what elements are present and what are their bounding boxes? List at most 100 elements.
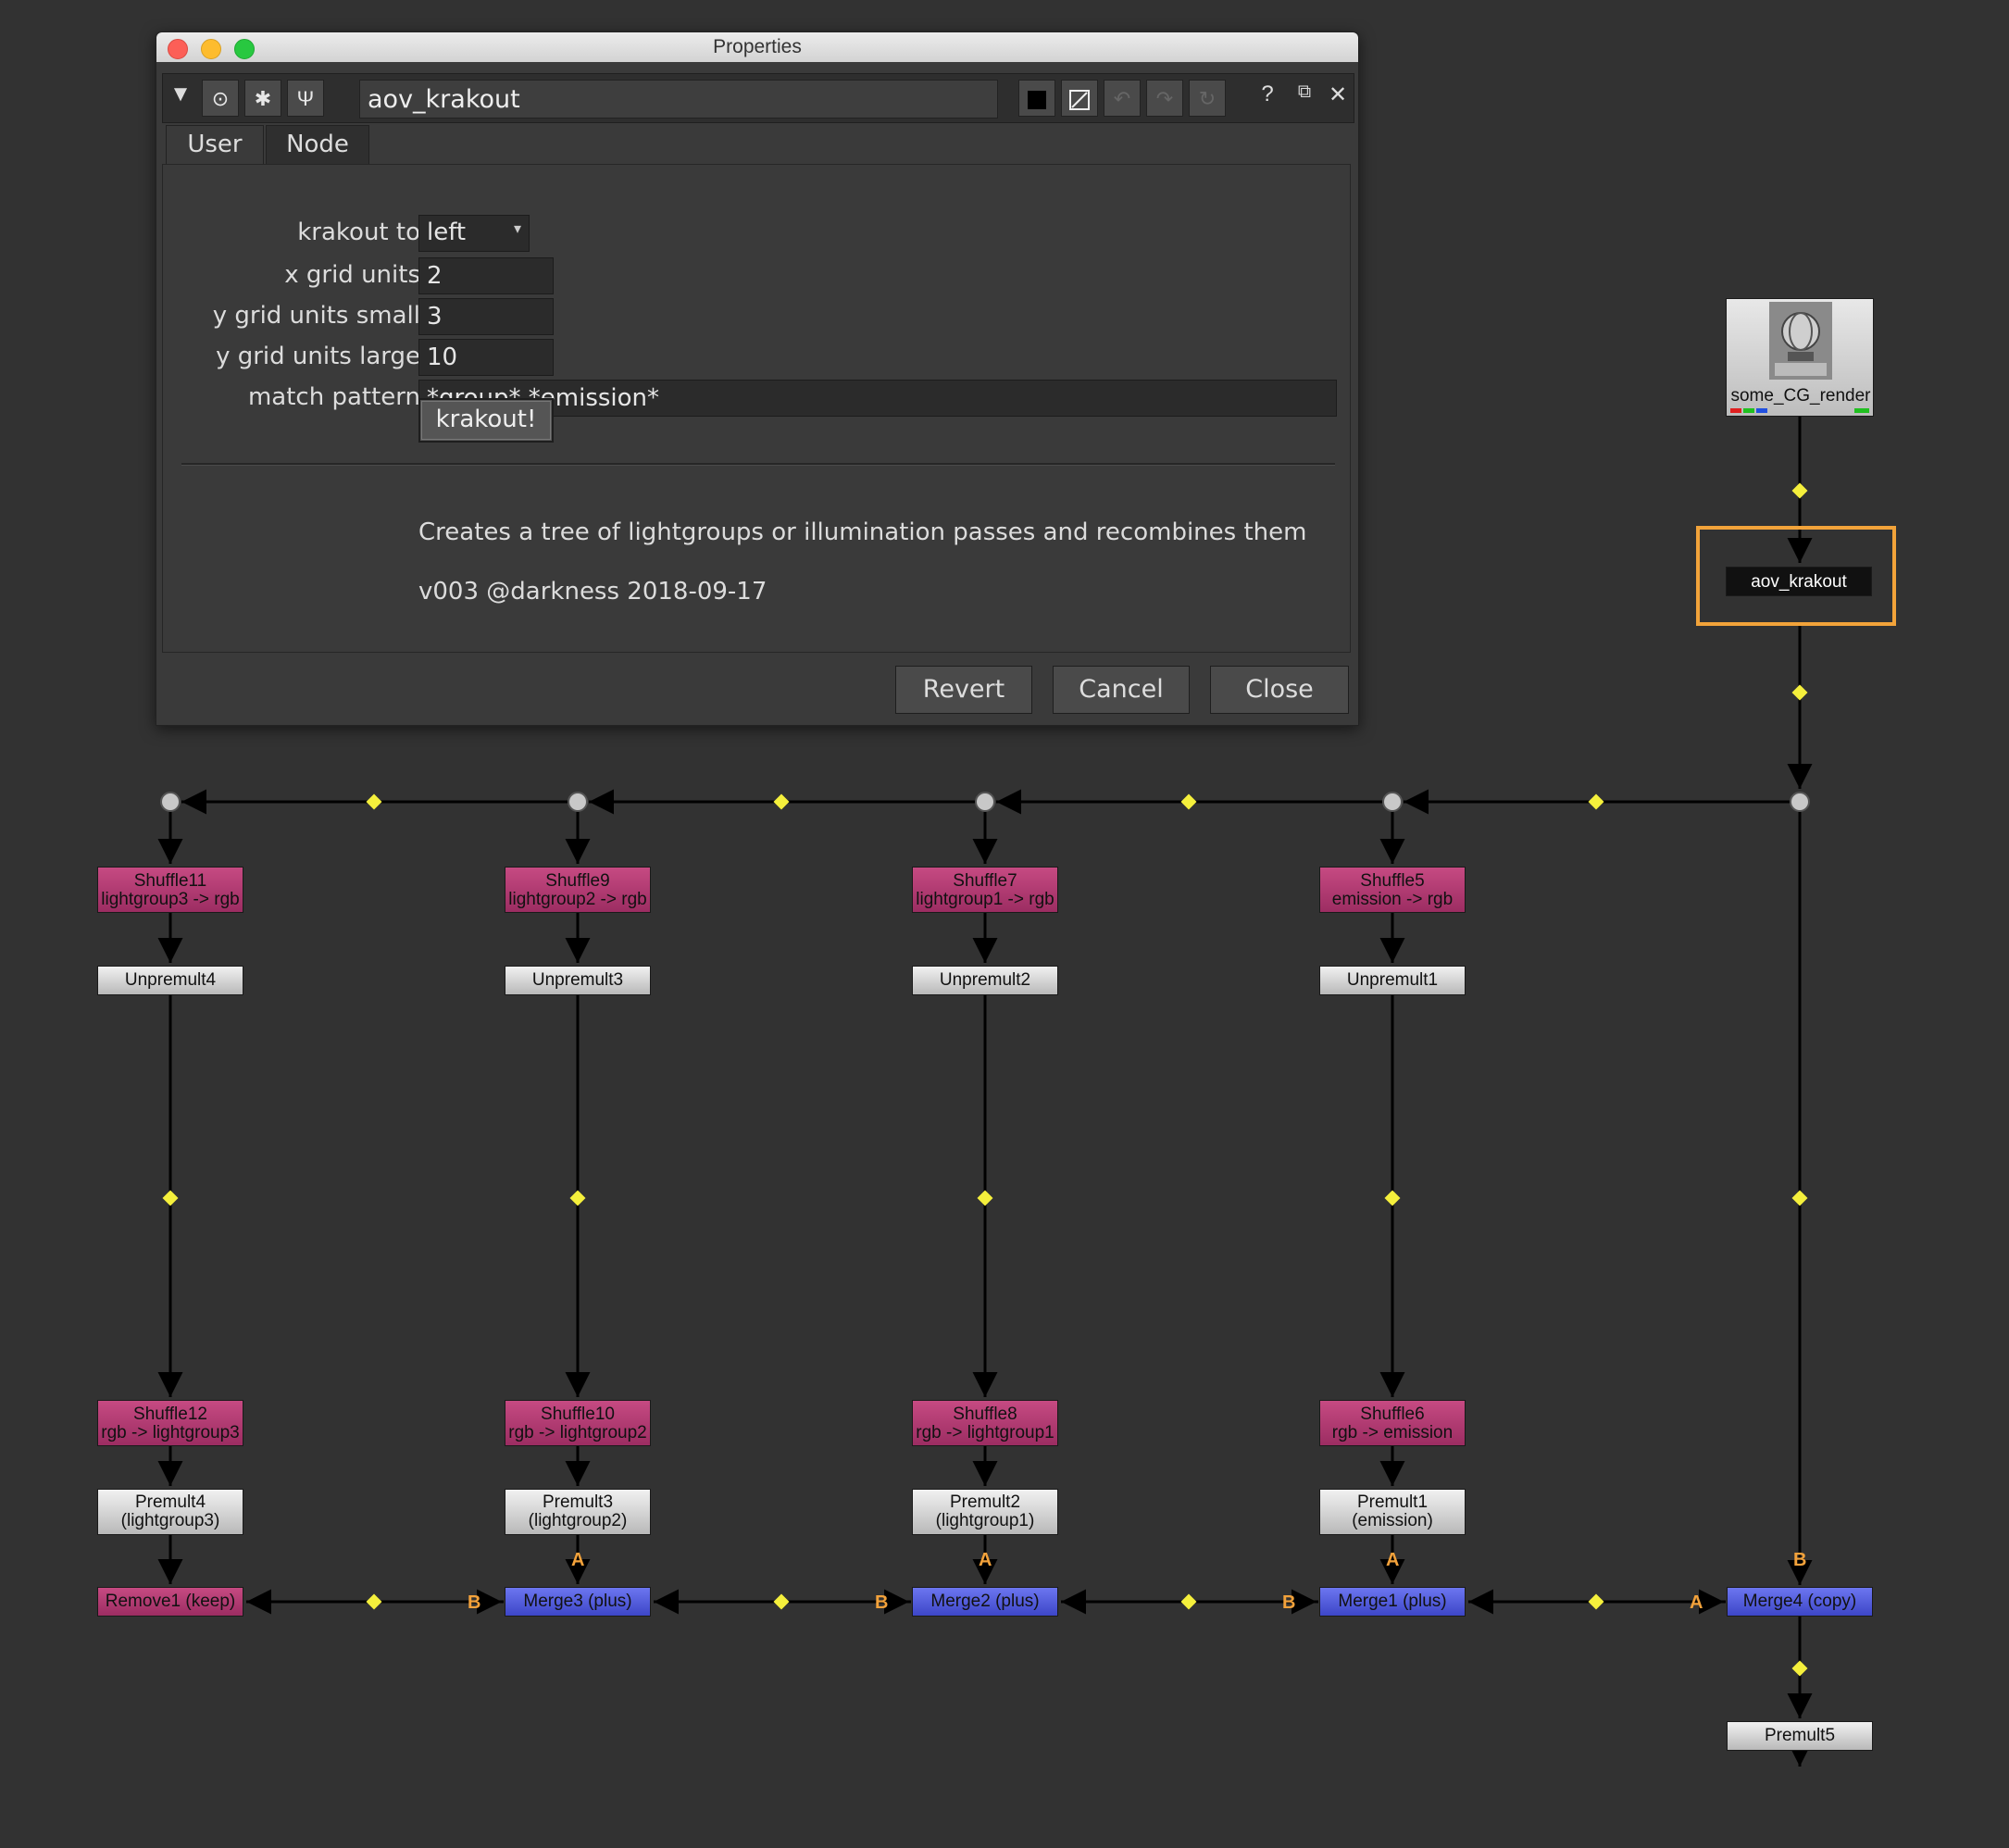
description-text: Creates a tree of lightgroups or illumin… xyxy=(418,518,1307,546)
edge-dot-handle[interactable] xyxy=(1791,482,1808,499)
color-swatch-icon[interactable] xyxy=(1018,80,1055,117)
node-name-input[interactable] xyxy=(359,80,998,119)
remove-node[interactable]: Remove1 (keep) xyxy=(97,1587,243,1617)
port-a-label: A xyxy=(1386,1550,1400,1570)
merge-node[interactable]: Merge3 (plus) xyxy=(505,1587,651,1617)
close-button[interactable]: Close xyxy=(1210,666,1349,714)
user-tab-content: krakout to left ▾ x grid units y grid un… xyxy=(162,164,1351,653)
title-bar[interactable]: Properties xyxy=(156,32,1358,62)
port-a-label: A xyxy=(1690,1592,1703,1613)
node-subtitle: (lightgroup1) xyxy=(935,1511,1035,1530)
shuffle-node[interactable]: Shuffle10 rgb -> lightgroup2 xyxy=(505,1400,651,1446)
edge-dot-handle[interactable] xyxy=(1180,793,1197,810)
color-picker-icon[interactable] xyxy=(1061,80,1098,117)
properties-window: Properties ▼ ⊙ ✱ Ψ ↶ ↷ ↻ ? ⧉ ✕ User Node… xyxy=(156,31,1359,726)
edge-dot-handle[interactable] xyxy=(366,793,382,810)
premult-node[interactable]: Premult1 (emission) xyxy=(1319,1489,1466,1535)
premult-node[interactable]: Premult2 (lightgroup1) xyxy=(912,1489,1058,1535)
edge-dot-handle[interactable] xyxy=(162,1190,179,1206)
alpha-channel-indicator xyxy=(1854,408,1869,413)
premult-final-node[interactable]: Premult5 xyxy=(1727,1721,1873,1751)
unpremult-node[interactable]: Unpremult1 xyxy=(1319,966,1466,995)
y-grid-units-small-label: y grid units small xyxy=(212,302,420,330)
node-subtitle: lightgroup2 -> rgb xyxy=(508,890,647,909)
edge-dot-handle[interactable] xyxy=(569,1190,586,1206)
krakout-to-label: krakout to xyxy=(297,219,420,246)
read-node[interactable]: some_CG_render xyxy=(1726,298,1874,417)
match-pattern-field[interactable] xyxy=(418,380,1337,417)
krakout-to-dropdown[interactable]: left ▾ xyxy=(418,215,530,252)
unpremult-node[interactable]: Unpremult3 xyxy=(505,966,651,995)
viewer-icon[interactable]: ⊙ xyxy=(202,80,239,117)
shuffle-node[interactable]: Shuffle9 lightgroup2 -> rgb xyxy=(505,867,651,913)
aov-krakout-node[interactable]: aov_krakout xyxy=(1726,567,1872,596)
float-icon[interactable]: ⧉ xyxy=(1291,81,1318,103)
blue-channel-indicator xyxy=(1756,408,1767,413)
krakout-button[interactable]: krakout! xyxy=(418,398,554,443)
y-grid-units-large-label: y grid units large xyxy=(216,343,420,370)
node-name: Shuffle9 xyxy=(545,871,610,891)
shuffle-node[interactable]: Shuffle5 emission -> rgb xyxy=(1319,867,1466,913)
edge-dot-handle[interactable] xyxy=(1588,1593,1604,1610)
dot-node[interactable] xyxy=(1790,792,1810,812)
x-grid-units-field[interactable] xyxy=(418,257,554,294)
edge-dot-handle[interactable] xyxy=(366,1593,382,1610)
revert-icon[interactable]: ↻ xyxy=(1189,80,1226,117)
node-name: Shuffle7 xyxy=(953,871,1017,891)
tab-user[interactable]: User xyxy=(166,125,264,164)
port-b-label: B xyxy=(1793,1550,1807,1570)
dot-node[interactable] xyxy=(160,792,181,812)
redo-icon[interactable]: ↷ xyxy=(1146,80,1183,117)
tab-node[interactable]: Node xyxy=(266,125,369,164)
edge-dot-handle[interactable] xyxy=(1180,1593,1197,1610)
wrench-icon[interactable]: Ψ xyxy=(287,80,324,117)
merge-copy-node[interactable]: Merge4 (copy) xyxy=(1727,1587,1873,1617)
port-b-label: B xyxy=(1282,1592,1296,1613)
shuffle-node[interactable]: Shuffle7 lightgroup1 -> rgb xyxy=(912,867,1058,913)
y-grid-units-small-field[interactable] xyxy=(418,298,554,335)
node-subtitle: (lightgroup3) xyxy=(120,1511,220,1530)
chevron-down-icon: ▾ xyxy=(513,219,521,237)
node-name: Premult4 xyxy=(134,1492,206,1512)
edge-dot-handle[interactable] xyxy=(773,1593,790,1610)
shuffle-node[interactable]: Shuffle11 lightgroup3 -> rgb xyxy=(97,867,243,913)
collapse-icon[interactable]: ▼ xyxy=(167,81,194,107)
shuffle-node[interactable]: Shuffle12 rgb -> lightgroup3 xyxy=(97,1400,243,1446)
edge-dot-handle[interactable] xyxy=(1588,793,1604,810)
premult-node[interactable]: Premult4 (lightgroup3) xyxy=(97,1489,243,1535)
merge-node[interactable]: Merge2 (plus) xyxy=(912,1587,1058,1617)
node-subtitle: (lightgroup2) xyxy=(528,1511,628,1530)
node-name: Premult3 xyxy=(542,1492,614,1512)
shuffle-node[interactable]: Shuffle8 rgb -> lightgroup1 xyxy=(912,1400,1058,1446)
edge-dot-handle[interactable] xyxy=(1384,1190,1401,1206)
dot-node[interactable] xyxy=(1382,792,1403,812)
unpremult-node[interactable]: Unpremult4 xyxy=(97,966,243,995)
edge-dot-handle[interactable] xyxy=(773,793,790,810)
edge-dot-handle[interactable] xyxy=(977,1190,993,1206)
merge-node[interactable]: Merge1 (plus) xyxy=(1319,1587,1466,1617)
node-subtitle: rgb -> lightgroup3 xyxy=(101,1423,240,1442)
bug-icon[interactable]: ✱ xyxy=(244,80,281,117)
close-icon[interactable]: ✕ xyxy=(1324,81,1352,108)
premult-node[interactable]: Premult3 (lightgroup2) xyxy=(505,1489,651,1535)
shuffle-node[interactable]: Shuffle6 rgb -> emission xyxy=(1319,1400,1466,1446)
krakout-to-value: left xyxy=(427,219,467,246)
undo-icon[interactable]: ↶ xyxy=(1104,80,1141,117)
version-text: v003 @darkness 2018-09-17 xyxy=(418,578,767,606)
unpremult-node[interactable]: Unpremult2 xyxy=(912,966,1058,995)
edge-dot-handle[interactable] xyxy=(1791,1190,1808,1206)
node-name: Shuffle12 xyxy=(133,1405,207,1424)
edge-dot-handle[interactable] xyxy=(1791,684,1808,701)
node-subtitle: rgb -> lightgroup1 xyxy=(916,1423,1054,1442)
help-icon[interactable]: ? xyxy=(1254,81,1281,107)
node-name: Premult1 xyxy=(1356,1492,1429,1512)
dot-node[interactable] xyxy=(568,792,588,812)
port-a-label: A xyxy=(979,1550,992,1570)
node-subtitle: lightgroup1 -> rgb xyxy=(916,890,1054,909)
cancel-button[interactable]: Cancel xyxy=(1053,666,1190,714)
revert-button[interactable]: Revert xyxy=(895,666,1032,714)
dot-node[interactable] xyxy=(975,792,995,812)
edge-dot-handle[interactable] xyxy=(1791,1660,1808,1677)
y-grid-units-large-field[interactable] xyxy=(418,339,554,376)
match-pattern-label: match pattern xyxy=(247,383,420,411)
